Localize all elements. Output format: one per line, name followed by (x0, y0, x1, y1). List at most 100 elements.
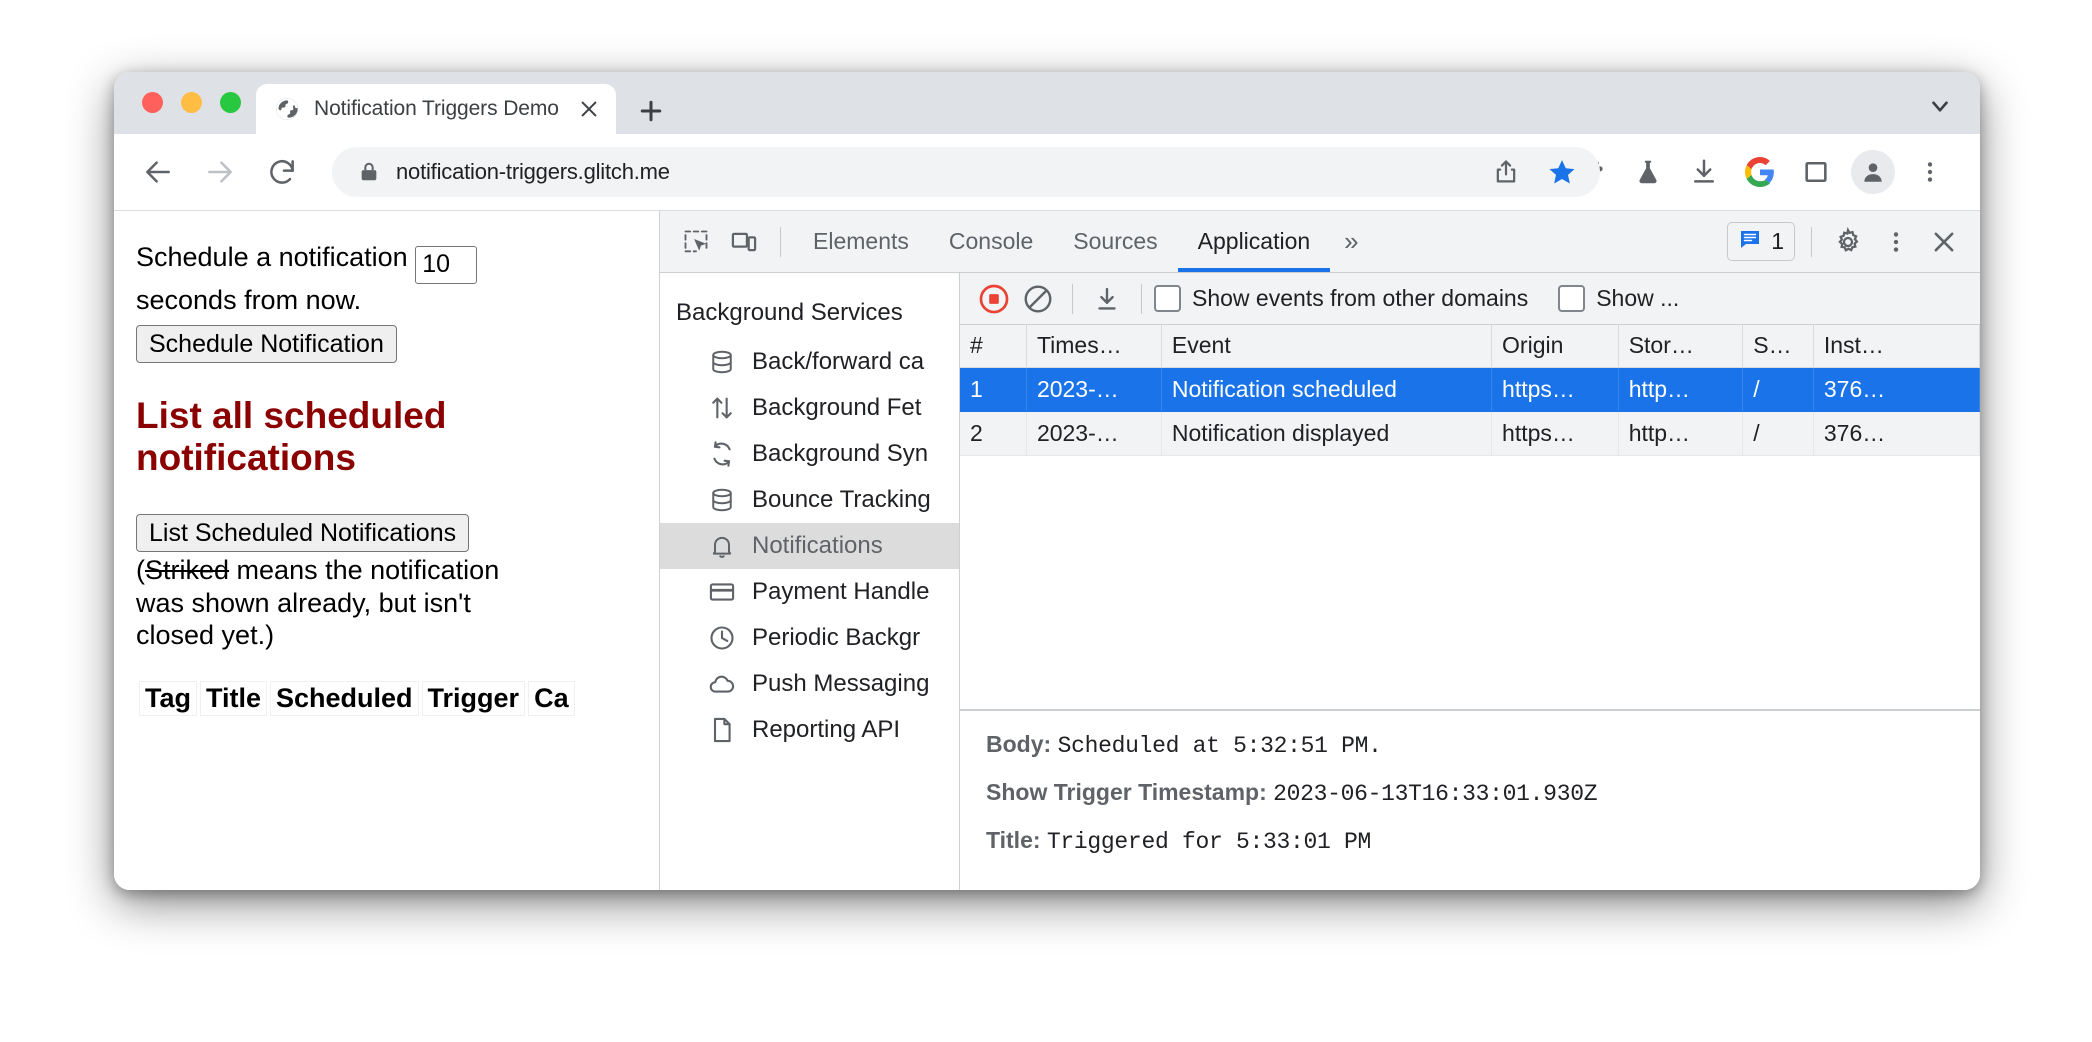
notifications-table: Tag Title Scheduled Trigger Ca (136, 678, 578, 719)
cell-index: 2 (960, 411, 1027, 456)
table-row[interactable]: 2 2023-… Notification displayed https… h… (960, 411, 1980, 456)
sidebar-item-payment-handler[interactable]: Payment Handle (660, 569, 959, 615)
cell-instance-id: 376… (1813, 411, 1980, 456)
column-header-storage-key[interactable]: Stor… (1618, 325, 1744, 368)
tab-strip: Notification Triggers Demo (114, 72, 1980, 134)
cell-event: Notification displayed (1161, 411, 1493, 456)
omnibox-actions (1468, 147, 1600, 197)
address-bar-url: notification-triggers.glitch.me (396, 159, 670, 184)
sidebar-item-back-forward-cache[interactable]: Back/forward ca (660, 339, 959, 385)
chevron-down-icon[interactable] (1924, 90, 1956, 122)
profile-avatar-icon[interactable] (1851, 150, 1895, 194)
divider (1072, 283, 1073, 314)
tab-console[interactable]: Console (929, 211, 1053, 272)
device-toolbar-icon[interactable] (720, 218, 768, 266)
record-stop-icon[interactable] (972, 277, 1016, 321)
column-header-index[interactable]: # (960, 325, 1027, 368)
tab-elements[interactable]: Elements (793, 211, 929, 272)
detail-row-show-trigger-timestamp: Show Trigger Timestamp: 2023-06-13T16:33… (986, 779, 1954, 807)
tab-sources[interactable]: Sources (1053, 211, 1177, 272)
document-icon (704, 712, 740, 748)
tab-application[interactable]: Application (1177, 211, 1331, 272)
close-icon[interactable] (1920, 218, 1968, 266)
table-header-cell: Ca (528, 681, 575, 717)
checkbox-show-events-other-domains[interactable]: Show events from other domains (1154, 285, 1528, 312)
events-list: # Times… Event Origin Stor… S… Inst… 1 2… (960, 325, 1980, 710)
minimize-window-button[interactable] (181, 92, 202, 113)
cell-origin: https… (1491, 367, 1619, 412)
share-icon[interactable] (1483, 149, 1529, 195)
labs-flask-icon[interactable] (1625, 149, 1671, 195)
checkbox-box[interactable] (1558, 285, 1586, 312)
inspect-element-icon[interactable] (672, 218, 720, 266)
sidebar-item-background-fetch[interactable]: Background Fet (660, 385, 959, 431)
plus-icon[interactable] (634, 94, 668, 128)
detail-row-title: Title: Triggered for 5:33:01 PM (986, 827, 1954, 855)
list-scheduled-notifications-button[interactable]: List Scheduled Notifications (136, 513, 470, 552)
table-header-cell: Tag (139, 681, 197, 717)
clock-icon (704, 620, 740, 656)
sidebar-item-reporting-api[interactable]: Reporting API (660, 707, 959, 753)
column-header-event[interactable]: Event (1161, 325, 1493, 368)
events-toolbar: Show events from other domains Show ... (960, 273, 1980, 325)
table-header-cell: Scheduled (270, 681, 419, 717)
close-window-button[interactable] (142, 92, 163, 113)
close-icon[interactable] (576, 96, 602, 122)
browser-tab[interactable]: Notification Triggers Demo (256, 84, 616, 134)
detail-key: Title: (986, 827, 1041, 853)
column-header-origin[interactable]: Origin (1491, 325, 1619, 368)
checkbox-box[interactable] (1154, 285, 1181, 312)
schedule-notification-button[interactable]: Schedule Notification (136, 325, 397, 364)
table-header-row: Tag Title Scheduled Trigger Ca (139, 681, 575, 717)
sidebar-item-periodic-background-sync[interactable]: Periodic Backgr (660, 615, 959, 661)
more-vertical-icon[interactable] (1872, 218, 1920, 266)
checkbox-label: Show ... (1596, 285, 1680, 311)
devtools-panel: Elements Console Sources Application » 1… (660, 211, 1980, 890)
chevron-double-right-icon[interactable]: » (1330, 226, 1370, 257)
sidebar-item-label: Periodic Backgr (752, 624, 921, 651)
sidebar-item-push-messaging[interactable]: Push Messaging (660, 661, 959, 707)
chrome-menu-icon[interactable] (1907, 149, 1953, 195)
column-header-scope[interactable]: S… (1742, 325, 1814, 368)
checkbox-show-truncated[interactable]: Show ... (1558, 285, 1679, 312)
sidebar-item-label: Push Messaging (752, 670, 930, 697)
bookmark-star-icon[interactable] (1539, 149, 1585, 195)
address-bar[interactable]: notification-triggers.glitch.me (332, 147, 1552, 197)
table-header-cell: Title (200, 681, 268, 717)
issues-message-icon (1738, 227, 1762, 256)
downloads-icon[interactable] (1681, 149, 1727, 195)
globe-icon (274, 96, 300, 122)
schedule-label-after: seconds from now. (136, 284, 362, 315)
download-icon[interactable] (1085, 277, 1129, 321)
column-header-timestamp[interactable]: Times… (1026, 325, 1162, 368)
seconds-input[interactable] (415, 245, 478, 284)
sidebar-item-label: Background Syn (752, 440, 929, 467)
gear-icon[interactable] (1824, 218, 1872, 266)
cell-storage-key: http… (1618, 367, 1744, 412)
maximize-window-button[interactable] (220, 92, 241, 113)
events-empty-space (960, 455, 1980, 710)
arrow-right-icon[interactable] (198, 150, 242, 194)
browser-toolbar: notification-triggers.glitch.me (114, 134, 1980, 210)
lock-icon (356, 159, 382, 185)
clear-no-entry-icon[interactable] (1016, 277, 1060, 321)
reload-icon[interactable] (260, 150, 304, 194)
cell-origin: https… (1491, 411, 1619, 456)
sidebar-item-bounce-tracking[interactable]: Bounce Tracking (660, 477, 959, 523)
sidebar-item-background-sync[interactable]: Background Syn (660, 431, 959, 477)
database-icon (704, 344, 740, 380)
sidebar-item-label: Payment Handle (752, 578, 930, 605)
note-open-paren: ( (136, 554, 145, 585)
browser-window: Notification Triggers Demo notification-… (114, 72, 1980, 890)
sidebar-item-notifications[interactable]: Notifications (660, 523, 959, 569)
table-row[interactable]: 1 2023-… Notification scheduled https… h… (960, 367, 1980, 412)
issues-button[interactable]: 1 (1727, 222, 1795, 261)
bell-icon (704, 528, 740, 564)
google-icon[interactable] (1737, 149, 1783, 195)
sidebar-item-label: Bounce Tracking (752, 486, 931, 513)
arrow-left-icon[interactable] (136, 150, 180, 194)
side-panel-icon[interactable] (1793, 149, 1839, 195)
detail-row-body: Body: Scheduled at 5:32:51 PM. (986, 731, 1954, 759)
window-controls (142, 92, 241, 113)
column-header-instance-id[interactable]: Inst… (1813, 325, 1980, 368)
